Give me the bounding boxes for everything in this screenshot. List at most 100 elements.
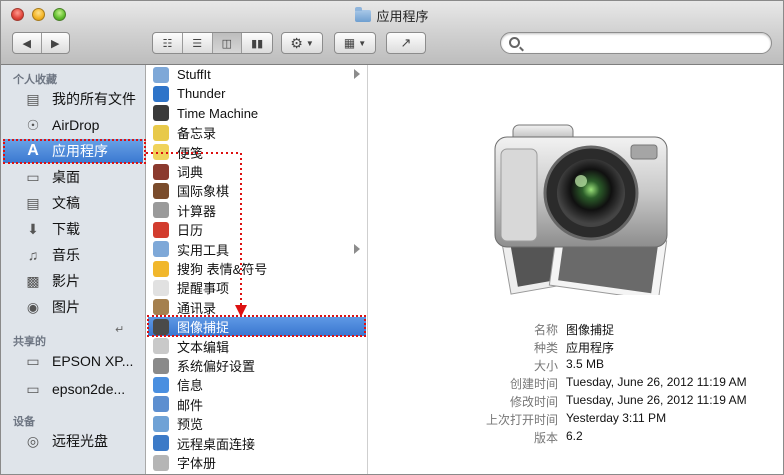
sidebar-section-favorites: 个人收藏 bbox=[13, 74, 57, 86]
disc-icon: ◎ bbox=[26, 432, 40, 449]
app-row-2[interactable]: Time Machine bbox=[148, 104, 366, 123]
computer-icon: ▭ bbox=[26, 380, 40, 397]
info-value: 6.2 bbox=[566, 429, 583, 443]
sidebar-item-label: AirDrop bbox=[52, 117, 100, 133]
app-row-20[interactable]: 字体册 bbox=[148, 453, 366, 472]
thunder-icon bbox=[153, 85, 169, 102]
textedit-icon bbox=[153, 338, 169, 355]
disclosure-arrow-icon bbox=[354, 69, 360, 79]
app-row-14[interactable]: 文本编辑 bbox=[148, 337, 366, 356]
list-view-button[interactable]: ☰ bbox=[183, 33, 213, 53]
app-label: 系统偏好设置 bbox=[177, 359, 256, 374]
sidebar-item-movies[interactable]: ▩ 影片 bbox=[3, 269, 143, 293]
info-label: 大小 bbox=[533, 359, 558, 373]
app-label: 信息 bbox=[177, 378, 204, 394]
app-row-18[interactable]: 预览 bbox=[148, 414, 366, 433]
movies-icon: ▩ bbox=[26, 272, 40, 289]
app-label: 字体册 bbox=[177, 456, 217, 471]
disclosure-arrow-icon bbox=[354, 243, 360, 254]
icon-view-icon: ☷ bbox=[162, 37, 173, 50]
sidebar-item-label: 文稿 bbox=[52, 195, 80, 211]
search-field[interactable] bbox=[500, 32, 772, 54]
font-book-icon bbox=[153, 454, 169, 471]
app-row-16[interactable]: 信息 bbox=[148, 375, 366, 394]
app-label: StuffIt bbox=[177, 67, 211, 82]
sidebar-item-shared-epson-2[interactable]: ▭ epson2de... bbox=[3, 377, 143, 401]
pictures-icon: ◉ bbox=[26, 298, 40, 315]
sidebar-item-label: 下载 bbox=[52, 221, 80, 237]
sidebar-item-desktop[interactable]: ▭ 桌面 bbox=[3, 165, 143, 189]
folder-icon bbox=[153, 66, 169, 83]
app-row-3[interactable]: 备忘录 bbox=[148, 123, 366, 142]
computer-icon: ▭ bbox=[26, 352, 40, 369]
sidebar-item-label: 桌面 bbox=[52, 169, 80, 185]
sidebar-item-music[interactable]: ♫ 音乐 bbox=[3, 243, 143, 267]
arrange-menu-button[interactable]: ▦ ▼ bbox=[334, 32, 376, 54]
sidebar-item-airdrop[interactable]: ☉ AirDrop bbox=[3, 113, 143, 137]
chevron-right-icon: ▶ bbox=[51, 37, 60, 50]
forward-button[interactable]: ▶ bbox=[42, 33, 70, 53]
preview-pane: 名称 图像捕捉 种类 应用程序 大小 3.5 MB 创建时间 Tuesday, … bbox=[368, 65, 783, 474]
sidebar-item-shared-epson-1[interactable]: ▭ EPSON XP... bbox=[3, 349, 143, 373]
sidebar-item-applications[interactable]: A 应用程序 bbox=[3, 139, 143, 163]
chevron-down-icon: ▼ bbox=[358, 38, 367, 48]
sidebar-item-downloads[interactable]: ⬇ 下载 bbox=[3, 217, 143, 241]
column-view-button[interactable]: ◫ bbox=[212, 33, 243, 53]
sidebar-item-label: 远程光盘 bbox=[52, 433, 108, 449]
app-row-17[interactable]: 邮件 bbox=[148, 395, 366, 414]
folder-icon bbox=[355, 7, 372, 22]
list-view-icon: ☰ bbox=[192, 37, 203, 50]
chevron-down-icon: ▼ bbox=[305, 38, 314, 48]
camera-icon bbox=[494, 124, 668, 295]
sidebar-item-label: 应用程序 bbox=[52, 143, 108, 159]
info-value: 应用程序 bbox=[566, 341, 615, 355]
system-preferences-icon bbox=[153, 357, 169, 374]
downloads-icon: ⬇ bbox=[27, 220, 39, 237]
sidebar-item-all-files[interactable]: ▤ 我的所有文件 bbox=[3, 87, 143, 111]
info-value: 3.5 MB bbox=[566, 357, 605, 371]
annotation-arrow bbox=[146, 152, 247, 317]
eject-icon[interactable]: ↵ bbox=[115, 323, 124, 336]
messages-icon bbox=[153, 376, 169, 393]
window-title-text: 应用程序 bbox=[376, 9, 429, 24]
mail-icon bbox=[153, 396, 169, 413]
app-label: 远程桌面连接 bbox=[177, 436, 256, 452]
app-row-0[interactable]: StuffIt bbox=[148, 65, 366, 84]
icon-view-button[interactable]: ☷ bbox=[153, 33, 183, 53]
sidebar-item-pictures[interactable]: ◉ 图片 bbox=[3, 295, 143, 319]
column-view-icon: ◫ bbox=[221, 37, 233, 50]
share-button[interactable]: ↗ bbox=[386, 32, 426, 54]
arrange-icon: ▦ bbox=[343, 36, 356, 50]
remote-desktop-icon bbox=[153, 435, 169, 452]
app-label: Thunder bbox=[177, 86, 226, 102]
back-button[interactable]: ◀ bbox=[13, 33, 42, 53]
music-icon: ♫ bbox=[27, 247, 39, 263]
app-row-15[interactable]: 系统偏好设置 bbox=[148, 356, 366, 375]
info-label: 种类 bbox=[533, 341, 558, 355]
sidebar: 个人收藏 ▤ 我的所有文件 ☉ AirDrop A 应用程序 ▭ 桌面 ▤ 文稿 ⬇ 下载 … bbox=[1, 65, 146, 474]
toolbar: 应用程序 ◀ ▶ ☷ ☰ ◫ ▮▮ ⚙ ▼ ▦ ▼ ↗ bbox=[1, 1, 783, 65]
info-label: 版本 bbox=[533, 431, 558, 445]
sidebar-item-documents[interactable]: ▤ 文稿 bbox=[3, 191, 143, 215]
sidebar-item-label: EPSON XP... bbox=[52, 353, 134, 369]
app-row-19[interactable]: 远程桌面连接 bbox=[148, 434, 366, 453]
time-machine-icon bbox=[153, 105, 169, 122]
app-label: 备忘录 bbox=[177, 126, 217, 142]
coverflow-view-button[interactable]: ▮▮ bbox=[242, 33, 272, 53]
app-row-1[interactable]: Thunder bbox=[148, 84, 366, 103]
gear-icon: ⚙ bbox=[290, 34, 303, 51]
image-capture-icon bbox=[153, 318, 169, 335]
documents-icon: ▤ bbox=[26, 194, 40, 211]
sidebar-item-label: 图片 bbox=[52, 299, 80, 315]
sidebar-item-remote-disc[interactable]: ◎ 远程光盘 bbox=[3, 429, 143, 453]
app-label: 预览 bbox=[177, 417, 204, 433]
sidebar-item-label: 音乐 bbox=[52, 247, 80, 263]
action-menu-button[interactable]: ⚙ ▼ bbox=[281, 32, 323, 54]
airdrop-icon: ☉ bbox=[26, 116, 40, 133]
window-title: 应用程序 bbox=[1, 6, 783, 25]
sidebar-item-label: epson2de... bbox=[52, 381, 126, 397]
chevron-left-icon: ◀ bbox=[22, 37, 31, 50]
coverflow-view-icon: ▮▮ bbox=[251, 37, 264, 50]
info-label: 名称 bbox=[533, 323, 558, 337]
info-value: Tuesday, June 26, 2012 11:19 AM bbox=[566, 375, 747, 389]
